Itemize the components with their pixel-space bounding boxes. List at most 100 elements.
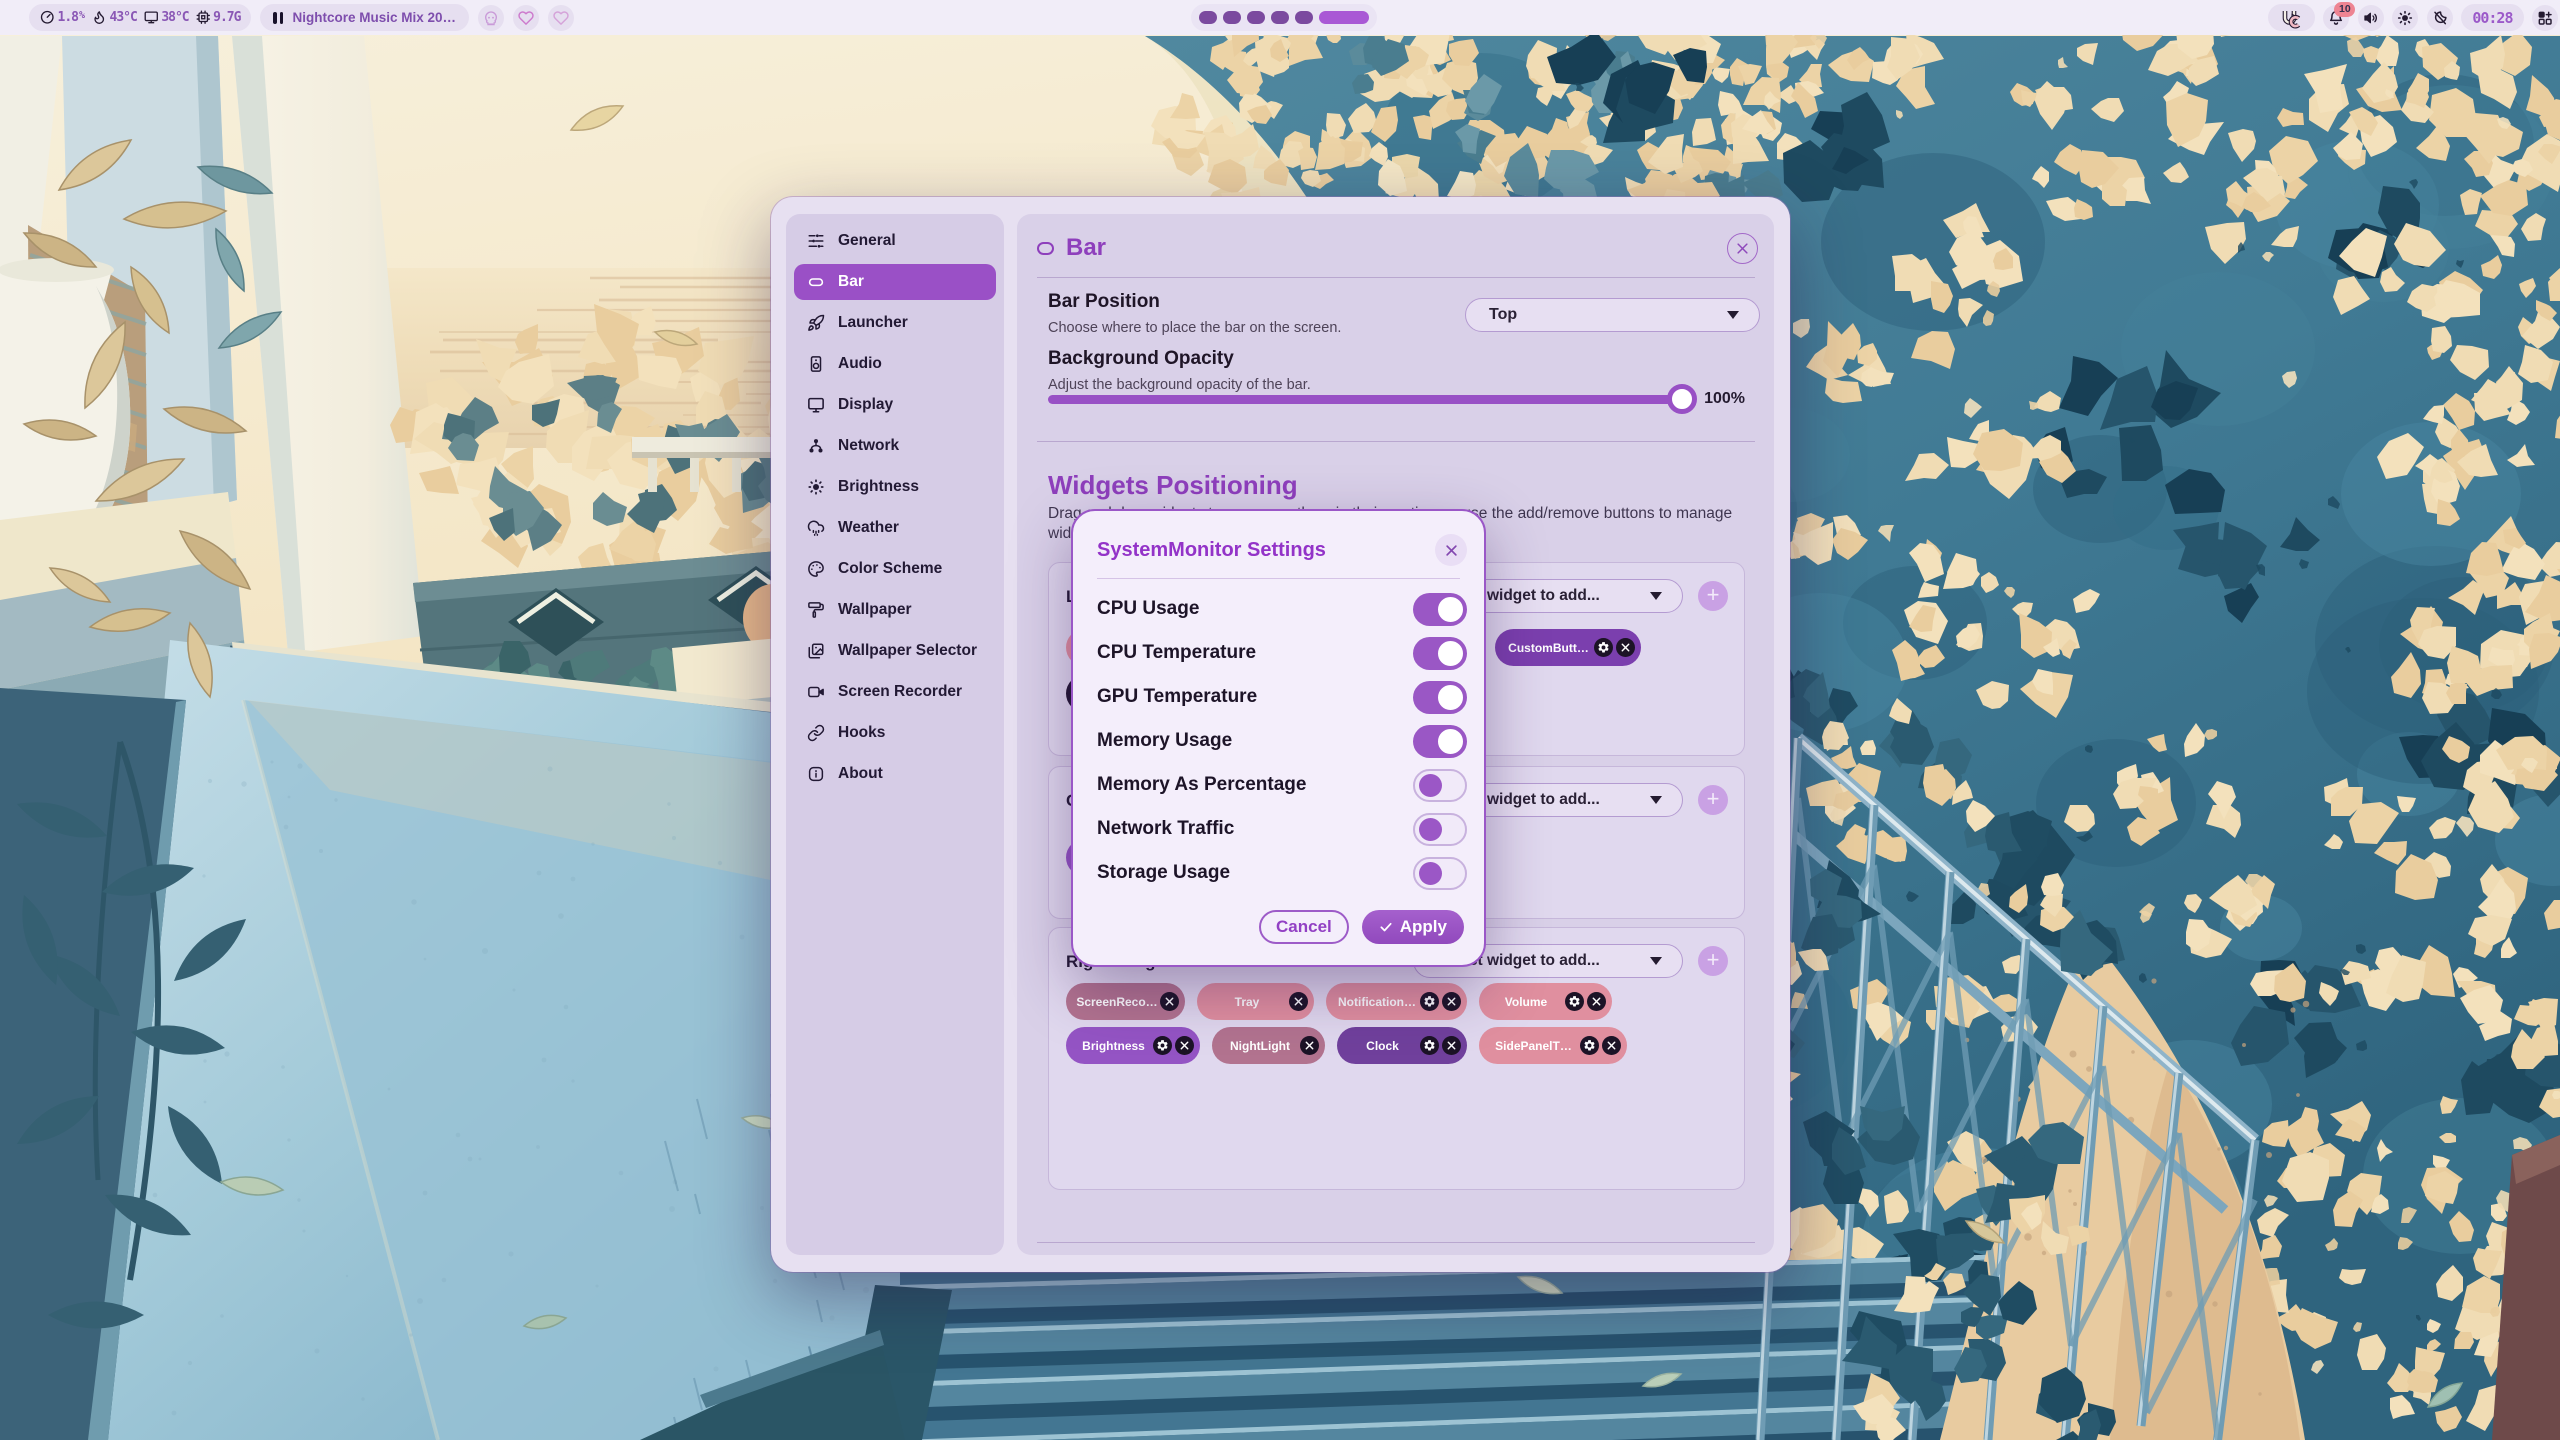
memory-usage-toggle[interactable] xyxy=(1413,725,1467,758)
close-page-button[interactable] xyxy=(1727,233,1758,264)
clock-widget[interactable]: 00:28 xyxy=(2461,4,2523,31)
sidebar-item-display[interactable]: Display xyxy=(794,387,996,423)
remove-widget-button[interactable] xyxy=(1160,992,1179,1011)
storage-usage-toggle[interactable] xyxy=(1413,857,1467,890)
right-widgets-add-button[interactable]: + xyxy=(1698,946,1728,976)
gear-icon xyxy=(1423,1039,1436,1052)
widget-chip-sidepanel[interactable]: SidePanelT… xyxy=(1479,1027,1627,1064)
widget-settings-button[interactable] xyxy=(1594,638,1613,657)
workspace-dot[interactable] xyxy=(1199,11,1217,24)
remove-widget-button[interactable] xyxy=(1602,1036,1621,1055)
widget-settings-button[interactable] xyxy=(1565,992,1584,1011)
background-opacity-slider[interactable]: 100% xyxy=(1048,382,1745,416)
cpu-usage-toggle[interactable] xyxy=(1413,593,1467,626)
widget-chip-notifications[interactable]: Notification… xyxy=(1326,983,1467,1020)
remove-widget-button[interactable] xyxy=(1442,992,1461,1011)
widget-chip-nightlight[interactable]: NightLight xyxy=(1212,1027,1325,1064)
widget-settings-button[interactable] xyxy=(1420,992,1439,1011)
widget-chip-customubutton[interactable]: CustomButt… xyxy=(1495,629,1641,666)
widgets-positioning-title: Widgets Positioning xyxy=(1048,470,1298,501)
pause-bar xyxy=(280,12,284,24)
sidebar-item-bar[interactable]: Bar xyxy=(794,264,996,300)
memory-as-percentage-toggle[interactable] xyxy=(1413,769,1467,802)
toggle-label: CPU Temperature xyxy=(1097,642,1256,664)
workspace-dot[interactable] xyxy=(1271,11,1289,24)
sidebar-item-weather[interactable]: Weather xyxy=(794,510,996,546)
background-opacity-value: 100% xyxy=(1704,390,1745,408)
brightness-button[interactable] xyxy=(2392,5,2418,31)
widget-settings-button[interactable] xyxy=(1580,1036,1599,1055)
heart-icon xyxy=(553,10,569,26)
slider-knob[interactable] xyxy=(1667,384,1697,414)
chevron-down-icon xyxy=(1650,796,1662,804)
widget-chip-tray[interactable]: Tray xyxy=(1197,983,1314,1020)
widget-chip-brightness[interactable]: Brightness xyxy=(1066,1027,1200,1064)
system-tray[interactable] xyxy=(2268,4,2315,31)
chevron-down-icon xyxy=(1650,592,1662,600)
cancel-button[interactable]: Cancel xyxy=(1259,910,1349,944)
palette-icon xyxy=(807,560,825,578)
sidebar-item-launcher[interactable]: Launcher xyxy=(794,305,996,341)
sidebar-item-label: Color Scheme xyxy=(838,560,942,578)
sidebar-item-screen-recorder[interactable]: Screen Recorder xyxy=(794,674,996,710)
widget-chip-clock[interactable]: Clock xyxy=(1337,1027,1467,1064)
slider-track[interactable] xyxy=(1048,395,1682,404)
widget-settings-button[interactable] xyxy=(1420,1036,1439,1055)
apply-button[interactable]: Apply xyxy=(1362,910,1464,944)
divider xyxy=(1037,1242,1755,1243)
cava-button[interactable] xyxy=(478,5,504,31)
gear-icon xyxy=(1583,1039,1596,1052)
pause-icon xyxy=(273,12,283,24)
toggle-row-memory-as-percentage: Memory As Percentage xyxy=(1097,763,1467,807)
desktop: 1.8% 43°C 38°C 9.7G Nightcore Music Mix … xyxy=(0,0,2560,1440)
system-monitor-widget[interactable]: 1.8% 43°C 38°C 9.7G xyxy=(29,4,251,31)
workspace-dot[interactable] xyxy=(1223,11,1241,24)
cpu-temp-stat: 43°C xyxy=(92,10,137,25)
notifications-button[interactable]: 10 xyxy=(2323,5,2349,31)
remove-widget-button[interactable] xyxy=(1175,1036,1194,1055)
workspace-dot[interactable] xyxy=(1247,11,1265,24)
bar-position-select[interactable]: Top xyxy=(1465,298,1760,332)
volume-button[interactable] xyxy=(2358,5,2384,31)
favorite-button-2[interactable] xyxy=(548,5,574,31)
left-widgets-add-button[interactable]: + xyxy=(1698,581,1728,611)
remove-widget-button[interactable] xyxy=(1442,1036,1461,1055)
close-icon xyxy=(1444,543,1459,558)
sidebar-item-network[interactable]: Network xyxy=(794,428,996,464)
toggle-label: CPU Usage xyxy=(1097,598,1199,620)
widget-chip-screenrecorder[interactable]: ScreenReco… xyxy=(1066,983,1185,1020)
sidebar-item-brightness[interactable]: Brightness xyxy=(794,469,996,505)
sidebar-item-about[interactable]: About xyxy=(794,756,996,792)
sidebar-item-wallpaper[interactable]: Wallpaper xyxy=(794,592,996,628)
remove-widget-button[interactable] xyxy=(1300,1036,1319,1055)
sidebar-item-general[interactable]: General xyxy=(794,223,996,259)
remove-widget-button[interactable] xyxy=(1587,992,1606,1011)
dialog-title: SystemMonitor Settings xyxy=(1097,539,1435,562)
network-traffic-toggle[interactable] xyxy=(1413,813,1467,846)
x-icon xyxy=(1304,1040,1315,1051)
remove-widget-button[interactable] xyxy=(1616,638,1635,657)
workspace-active[interactable] xyxy=(1319,11,1369,24)
network-icon xyxy=(807,437,825,455)
workspace-dot[interactable] xyxy=(1295,11,1313,24)
gpu-temperature-toggle[interactable] xyxy=(1413,681,1467,714)
widget-chip-volume[interactable]: Volume xyxy=(1479,983,1612,1020)
cpu-temperature-toggle[interactable] xyxy=(1413,637,1467,670)
dashboard-button[interactable] xyxy=(2532,5,2558,31)
clock-time: 00:28 xyxy=(2472,9,2512,27)
remove-widget-button[interactable] xyxy=(1289,992,1308,1011)
favorite-button[interactable] xyxy=(513,5,539,31)
center-widgets-add-button[interactable]: + xyxy=(1698,785,1728,815)
sidebar-item-wallpaper-selector[interactable]: Wallpaper Selector xyxy=(794,633,996,669)
chip-icon xyxy=(196,10,211,25)
widget-chip-label: Clock xyxy=(1345,1039,1420,1053)
dialog-close-button[interactable] xyxy=(1435,534,1467,566)
sidebar-item-color-scheme[interactable]: Color Scheme xyxy=(794,551,996,587)
widget-settings-button[interactable] xyxy=(1153,1036,1172,1055)
sidebar-item-hooks[interactable]: Hooks xyxy=(794,715,996,751)
nightlight-button[interactable] xyxy=(2427,5,2453,31)
sidebar-item-audio[interactable]: Audio xyxy=(794,346,996,382)
gear-icon xyxy=(1597,641,1610,654)
topbar-right-group: 10 00:28 xyxy=(2268,4,2558,31)
media-player-widget[interactable]: Nightcore Music Mix 20… xyxy=(260,4,469,31)
